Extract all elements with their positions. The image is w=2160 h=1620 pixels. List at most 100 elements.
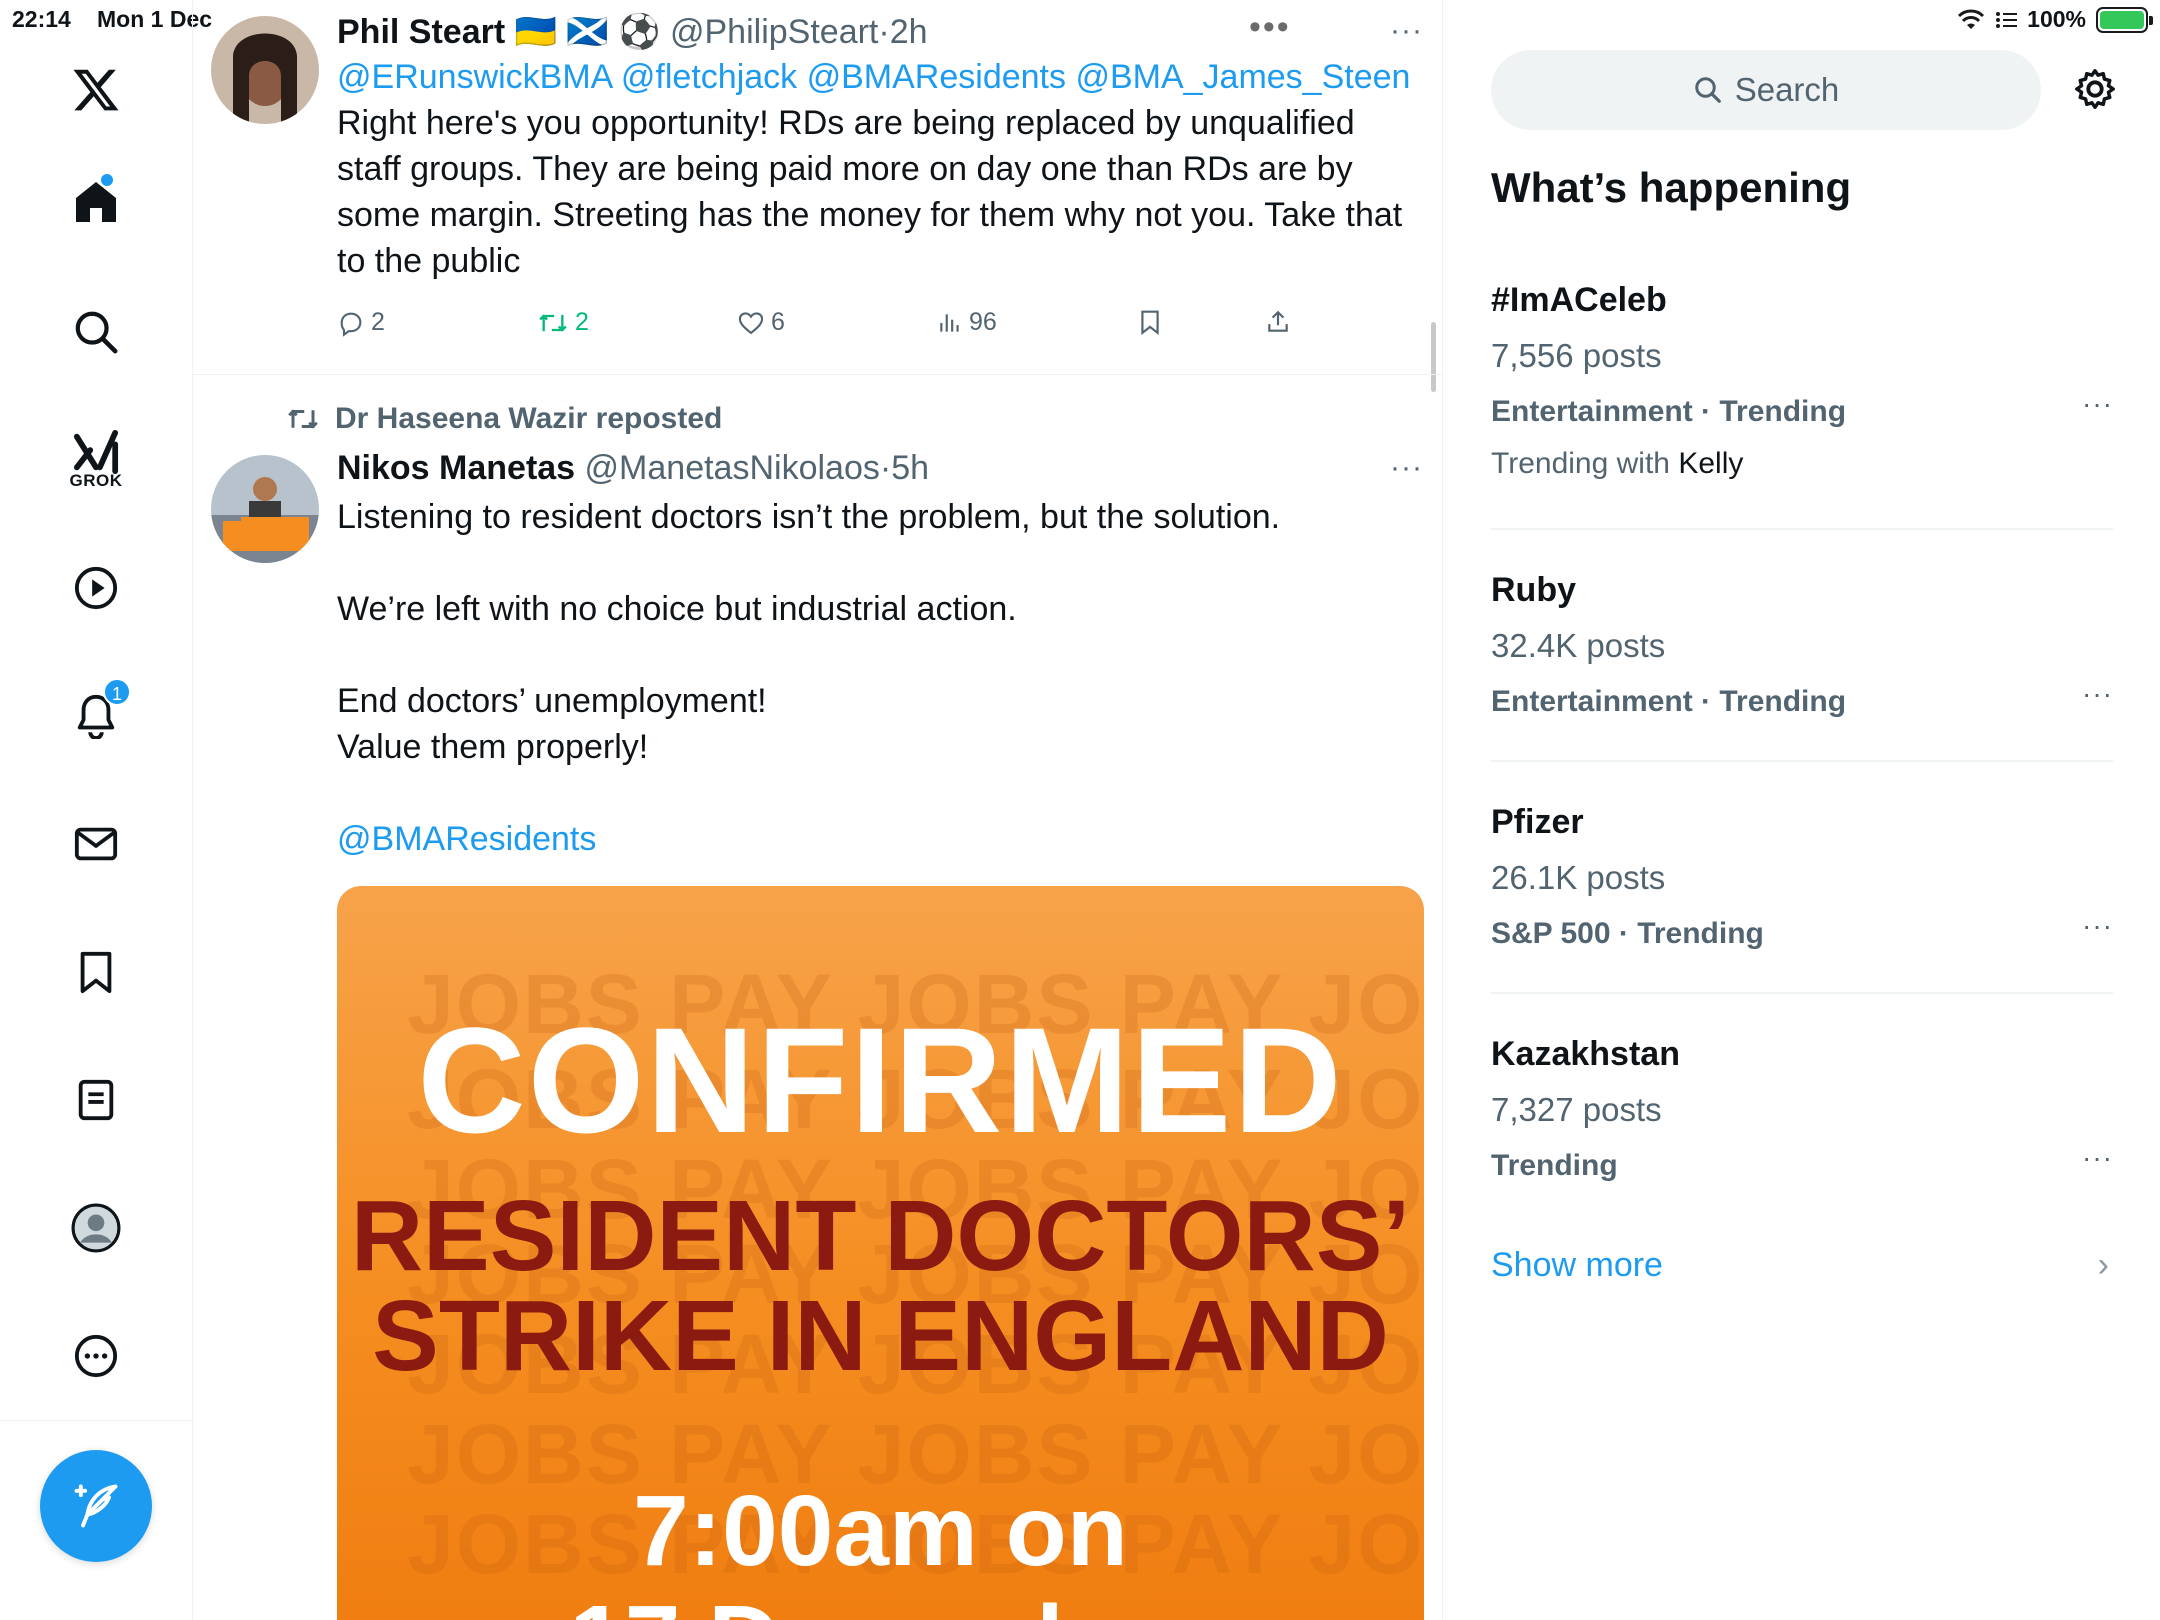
x-logo-icon (73, 69, 119, 111)
trend-with: Trending with Kelly (1491, 444, 2113, 484)
image-time-line: 7:00am on (633, 1475, 1128, 1587)
trend-item[interactable]: #ImACeleb 7,556 posts Entertainment · Tr… (1491, 278, 2113, 484)
views-count: 96 (969, 308, 997, 336)
trend-more-button[interactable]: ··· (2082, 678, 2113, 710)
author-name[interactable]: Nikos Manetas (337, 449, 575, 487)
tweet-1-text: Right here's you opportunity! RDs are be… (337, 104, 1403, 280)
avatar-nikos-manetas[interactable] (211, 455, 319, 563)
home-icon (76, 182, 116, 222)
tweet-time[interactable]: 2h (890, 13, 928, 51)
timeline-scrollbar[interactable] (1431, 322, 1436, 392)
author-handle[interactable]: @PhilipSteart (670, 13, 878, 51)
trend-item[interactable]: Pfizer 26.1K posts S&P 500 · Trending ··… (1491, 800, 2113, 954)
trend-name: Ruby (1491, 571, 1576, 609)
tweet-divider (193, 374, 1442, 375)
tweet-2-mention[interactable]: @BMAResidents (337, 816, 1423, 862)
focus-list-icon (1996, 11, 2018, 28)
like-count: 6 (771, 308, 785, 336)
gear-icon (2075, 69, 2115, 109)
tweet-1-mentions[interactable]: @ERunswickBMA @fletchjack @BMAResidents … (337, 54, 1423, 100)
trend-more-button[interactable]: ··· (2082, 388, 2113, 420)
nav-grok[interactable]: GROK (51, 420, 141, 500)
search-bar[interactable]: Search (1491, 50, 2041, 130)
status-right: 100% (1957, 6, 2153, 33)
reply-button[interactable]: 2 (337, 308, 385, 337)
nav-profile[interactable] (51, 1188, 141, 1268)
trend-name: #ImACeleb (1491, 281, 1667, 319)
show-more-label: Show more (1491, 1246, 1663, 1284)
share-icon (1268, 310, 1288, 332)
tweet-2-line-1: Listening to resident doctors isn’t the … (337, 498, 1281, 536)
tweet-1-body: Phil Steart 🇺🇦 🏴󠁧󠁢󠁳󠁣󠁴󠁿 ⚽ @PhilipSteart·2… (337, 12, 1423, 284)
trend-divider (1491, 760, 2113, 762)
nav-explore[interactable] (51, 292, 141, 372)
x-logo-link[interactable] (51, 50, 141, 130)
nav-lists[interactable] (51, 1060, 141, 1140)
tweet-2-body: Nikos Manetas @ManetasNikolaos·5h Listen… (337, 448, 1423, 862)
mail-icon (74, 827, 118, 861)
reply-icon (340, 312, 362, 337)
trend-with-prefix: Trending with (1491, 447, 1670, 480)
wifi-icon (1958, 9, 1985, 29)
share-button[interactable] (1265, 308, 1291, 336)
trend-with-name[interactable]: Kelly (1678, 447, 1743, 480)
repost-button[interactable]: 2 (537, 308, 589, 337)
image-headline-line-1: RESIDENT DOCTORS’ (350, 1180, 1411, 1292)
repost-count: 2 (575, 308, 589, 336)
bookmark-icon (80, 951, 112, 994)
like-button[interactable]: 6 (737, 308, 785, 337)
trend-more-button[interactable]: ··· (2082, 1142, 2113, 1174)
tweet-2-more-button[interactable]: ··· (1390, 451, 1423, 485)
trend-divider (1491, 992, 2113, 994)
views-chart-icon (940, 313, 959, 332)
tweet-2-line-3: End doctors’ unemployment! (337, 682, 767, 720)
views-button[interactable]: 96 (937, 308, 997, 337)
repost-icon (539, 313, 567, 332)
repost-context[interactable]: Dr Haseena Wazir reposted (285, 402, 722, 436)
nav-divider (0, 1420, 193, 1421)
image-date-text: 7:00am on17 December (337, 1476, 1424, 1620)
tweet-1-header: Phil Steart 🇺🇦 🏴󠁧󠁢󠁳󠁣󠁴󠁿 ⚽ @PhilipSteart·2… (337, 12, 1423, 52)
repost-by-label: Dr Haseena Wazir reposted (335, 402, 723, 435)
avatar-phil-steart[interactable] (211, 16, 319, 124)
battery-percent: 100% (2027, 6, 2086, 32)
trend-posts: 26.1K posts (1491, 859, 1666, 896)
tweet-2-image[interactable]: JOBS PAY JOBS PAY JOBS JOBS PAY JOBS PAY… (337, 886, 1424, 1620)
author-name[interactable]: Phil Steart (337, 13, 505, 51)
nav-home[interactable] (51, 162, 141, 242)
trend-posts: 7,327 posts (1491, 1091, 1662, 1128)
trend-posts: 7,556 posts (1491, 337, 1662, 374)
list-icon (78, 1079, 114, 1121)
tweet-1-more-button[interactable]: ··· (1390, 14, 1423, 48)
compose-feather-icon (74, 1484, 118, 1528)
battery-fill (2100, 10, 2144, 29)
nav-bookmarks[interactable] (51, 932, 141, 1012)
trend-more-button[interactable]: ··· (2082, 910, 2113, 942)
compose-button[interactable] (40, 1450, 152, 1562)
trend-name: Pfizer (1491, 803, 1584, 841)
author-handle[interactable]: @ManetasNikolaos (585, 449, 880, 487)
nav-notifications[interactable]: 1 (51, 676, 141, 756)
nav-more[interactable] (51, 1316, 141, 1396)
trend-name: Kazakhstan (1491, 1035, 1680, 1073)
tweet-time[interactable]: 5h (891, 449, 929, 487)
settings-button[interactable] (2072, 66, 2118, 117)
trend-category: Entertainment · Trending (1491, 685, 1847, 718)
nav-video[interactable] (51, 548, 141, 628)
heart-icon (738, 311, 764, 334)
chevron-right-icon: › (2097, 1246, 2109, 1284)
home-unread-dot (101, 174, 113, 186)
tweet-2-line-2: We’re left with no choice but industrial… (337, 590, 1017, 628)
show-more-link[interactable]: Show more › (1491, 1246, 2113, 1285)
trend-posts: 32.4K posts (1491, 627, 1666, 664)
play-icon (74, 566, 118, 610)
whats-happening-heading: What’s happening (1491, 164, 1852, 211)
bookmark-button[interactable] (1137, 308, 1163, 336)
trend-category: S&P 500 · Trending (1491, 917, 1764, 950)
reply-count: 2 (371, 308, 385, 336)
trend-item[interactable]: Kazakhstan 7,327 posts Trending ··· (1491, 1032, 2113, 1186)
image-confirmed-text: CONFIRMED (417, 996, 1344, 1164)
trend-item[interactable]: Ruby 32.4K posts Entertainment · Trendin… (1491, 568, 2113, 722)
nav-messages[interactable] (51, 804, 141, 884)
image-headline-line-2: STRIKE IN ENGLAND (372, 1280, 1389, 1392)
